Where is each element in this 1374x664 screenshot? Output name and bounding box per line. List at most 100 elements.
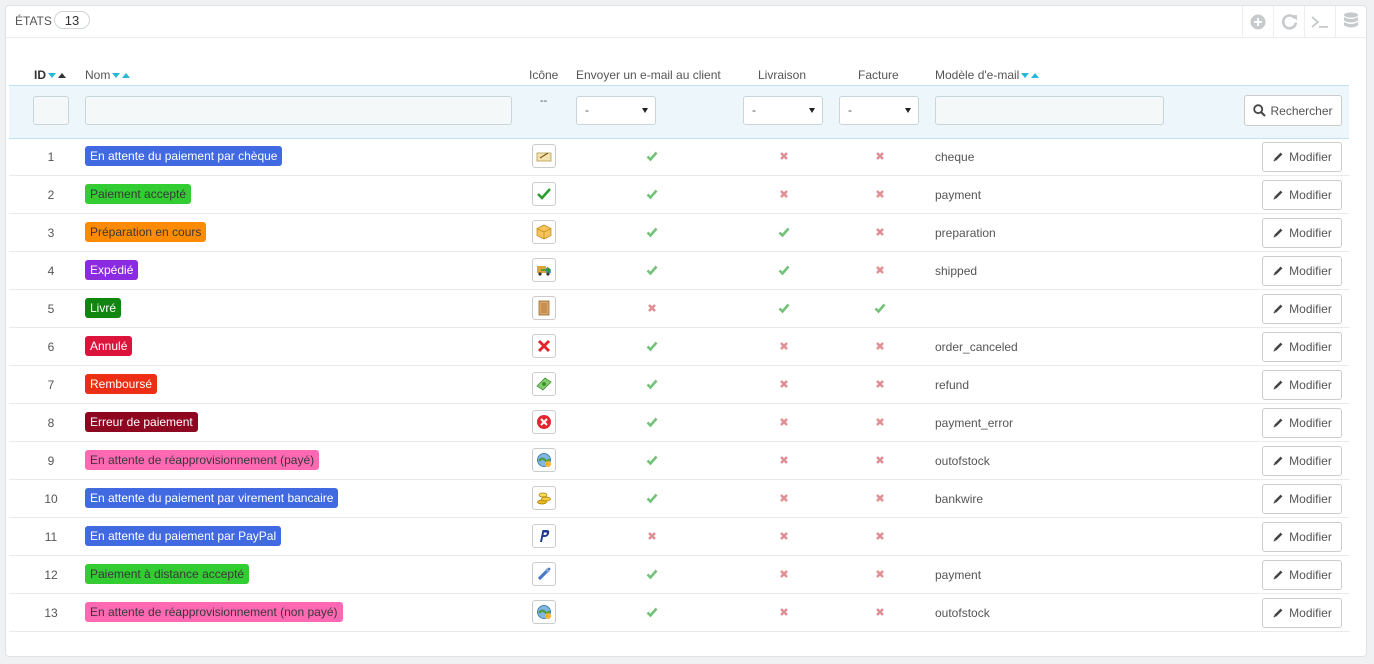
check-icon[interactable] xyxy=(644,376,660,392)
check-icon[interactable] xyxy=(872,300,888,316)
check-icon[interactable] xyxy=(644,414,660,430)
refresh-list-button[interactable] xyxy=(1273,6,1304,37)
edit-button[interactable]: Modifier xyxy=(1262,598,1342,628)
cross-icon[interactable] xyxy=(776,414,792,430)
table-row[interactable]: 3 Préparation en cours preparation Modifier xyxy=(9,214,1349,252)
state-icon-box xyxy=(532,144,556,168)
table-row[interactable]: 7 Remboursé refund Modifier xyxy=(9,366,1349,404)
cross-icon[interactable] xyxy=(776,604,792,620)
pencil-icon xyxy=(1272,607,1284,619)
edit-button[interactable]: Modifier xyxy=(1262,370,1342,400)
cross-icon[interactable] xyxy=(872,452,888,468)
cross-icon[interactable] xyxy=(776,376,792,392)
row-id: 9 xyxy=(47,454,55,468)
table-row[interactable]: 9 En attente de réapprovisionnement (payé… xyxy=(9,442,1349,480)
cross-icon[interactable] xyxy=(872,414,888,430)
check-icon[interactable] xyxy=(644,490,660,506)
cross-icon[interactable] xyxy=(872,490,888,506)
cross-icon[interactable] xyxy=(872,566,888,582)
edit-button[interactable]: Modifier xyxy=(1262,294,1342,324)
pencil-icon xyxy=(1272,493,1284,505)
check-icon[interactable] xyxy=(644,566,660,582)
table-row[interactable]: 10 En attente du paiement par virement ba… xyxy=(9,480,1349,518)
template-filter-input[interactable] xyxy=(935,96,1164,125)
cross-icon[interactable] xyxy=(872,604,888,620)
row-id: 12 xyxy=(44,568,58,582)
cross-icon[interactable] xyxy=(776,452,792,468)
cross-icon[interactable] xyxy=(776,490,792,506)
table-row[interactable]: 12 Paiement à distance accepté payment Modi… xyxy=(9,556,1349,594)
edit-button[interactable]: Modifier xyxy=(1262,484,1342,514)
edit-label: Modifier xyxy=(1289,302,1332,316)
email-template-name: bankwire xyxy=(935,492,984,506)
add-new-button[interactable] xyxy=(1242,6,1273,37)
check-icon[interactable] xyxy=(644,186,660,202)
edit-button[interactable]: Modifier xyxy=(1262,522,1342,552)
cross-icon[interactable] xyxy=(644,300,660,316)
cross-icon[interactable] xyxy=(872,186,888,202)
check-icon[interactable] xyxy=(644,604,660,620)
invoice-filter-select[interactable]: - xyxy=(839,96,919,125)
cross-icon[interactable] xyxy=(776,338,792,354)
check-icon[interactable] xyxy=(644,224,660,240)
cross-icon[interactable] xyxy=(872,262,888,278)
edit-button[interactable]: Modifier xyxy=(1262,180,1342,210)
edit-button[interactable]: Modifier xyxy=(1262,408,1342,438)
cross-icon[interactable] xyxy=(776,148,792,164)
cross-icon[interactable] xyxy=(872,224,888,240)
state-name-label: Annulé xyxy=(85,336,133,356)
table-row[interactable]: 8 Erreur de paiement payment_error Modifier xyxy=(9,404,1349,442)
send-email-filter-select[interactable]: - xyxy=(576,96,656,125)
sort-asc-icon[interactable] xyxy=(122,73,131,79)
cross-icon[interactable] xyxy=(776,186,792,202)
edit-button[interactable]: Modifier xyxy=(1262,560,1342,590)
sort-asc-icon[interactable] xyxy=(1031,73,1040,79)
sort-desc-icon[interactable] xyxy=(1021,73,1030,79)
check-icon[interactable] xyxy=(644,338,660,354)
check-icon[interactable] xyxy=(644,452,660,468)
table-row[interactable]: 5 Livré Modifier xyxy=(9,290,1349,328)
delivery-filter-select[interactable]: - xyxy=(743,96,823,125)
cross-icon[interactable] xyxy=(872,528,888,544)
cross-icon[interactable] xyxy=(776,528,792,544)
table-row[interactable]: 6 Annulé order_canceled Modifier xyxy=(9,328,1349,366)
sql-query-button[interactable] xyxy=(1304,6,1335,37)
table-row[interactable]: 13 En attente de réapprovisionnement (non… xyxy=(9,594,1349,632)
sort-desc-icon[interactable] xyxy=(48,73,56,79)
edit-button[interactable]: Modifier xyxy=(1262,332,1342,362)
edit-button[interactable]: Modifier xyxy=(1262,142,1342,172)
table-row[interactable]: 1 En attente du paiement par chèque cheque… xyxy=(9,138,1349,176)
row-id: 1 xyxy=(47,150,55,164)
edit-button[interactable]: Modifier xyxy=(1262,218,1342,248)
table-row[interactable]: 4 Expédié shipped Modifier xyxy=(9,252,1349,290)
truck-icon xyxy=(536,262,552,278)
sort-desc-icon[interactable] xyxy=(112,73,121,79)
edit-button[interactable]: Modifier xyxy=(1262,256,1342,286)
state-icon-box xyxy=(532,372,556,396)
panel-heading: États 13 xyxy=(6,6,1366,38)
sort-asc-icon[interactable] xyxy=(58,73,66,79)
check-icon[interactable] xyxy=(644,148,660,164)
name-filter-input[interactable] xyxy=(85,96,512,125)
pencil-icon xyxy=(1272,531,1284,543)
table-row[interactable]: 2 Paiement accepté payment Modifier xyxy=(9,176,1349,214)
cross-icon[interactable] xyxy=(872,376,888,392)
cross-icon[interactable] xyxy=(644,528,660,544)
check-icon[interactable] xyxy=(644,262,660,278)
table-row[interactable]: 11 En attente du paiement par PayPal Modif… xyxy=(9,518,1349,556)
edit-button[interactable]: Modifier xyxy=(1262,446,1342,476)
export-database-button[interactable] xyxy=(1335,6,1366,37)
id-filter-input[interactable] xyxy=(33,96,69,125)
sql-terminal-icon xyxy=(1311,15,1328,28)
state-name-label: En attente de réapprovisionnement (payé) xyxy=(85,450,320,470)
cross-icon[interactable] xyxy=(776,566,792,582)
check-icon[interactable] xyxy=(776,300,792,316)
cross-icon[interactable] xyxy=(872,338,888,354)
email-template-name: refund xyxy=(935,378,970,392)
search-button[interactable]: Rechercher xyxy=(1244,95,1342,126)
check-icon[interactable] xyxy=(776,262,792,278)
cross-icon[interactable] xyxy=(872,148,888,164)
check-icon[interactable] xyxy=(776,224,792,240)
state-name-label: En attente du paiement par chèque xyxy=(85,146,283,166)
panel-title: États xyxy=(15,14,52,28)
